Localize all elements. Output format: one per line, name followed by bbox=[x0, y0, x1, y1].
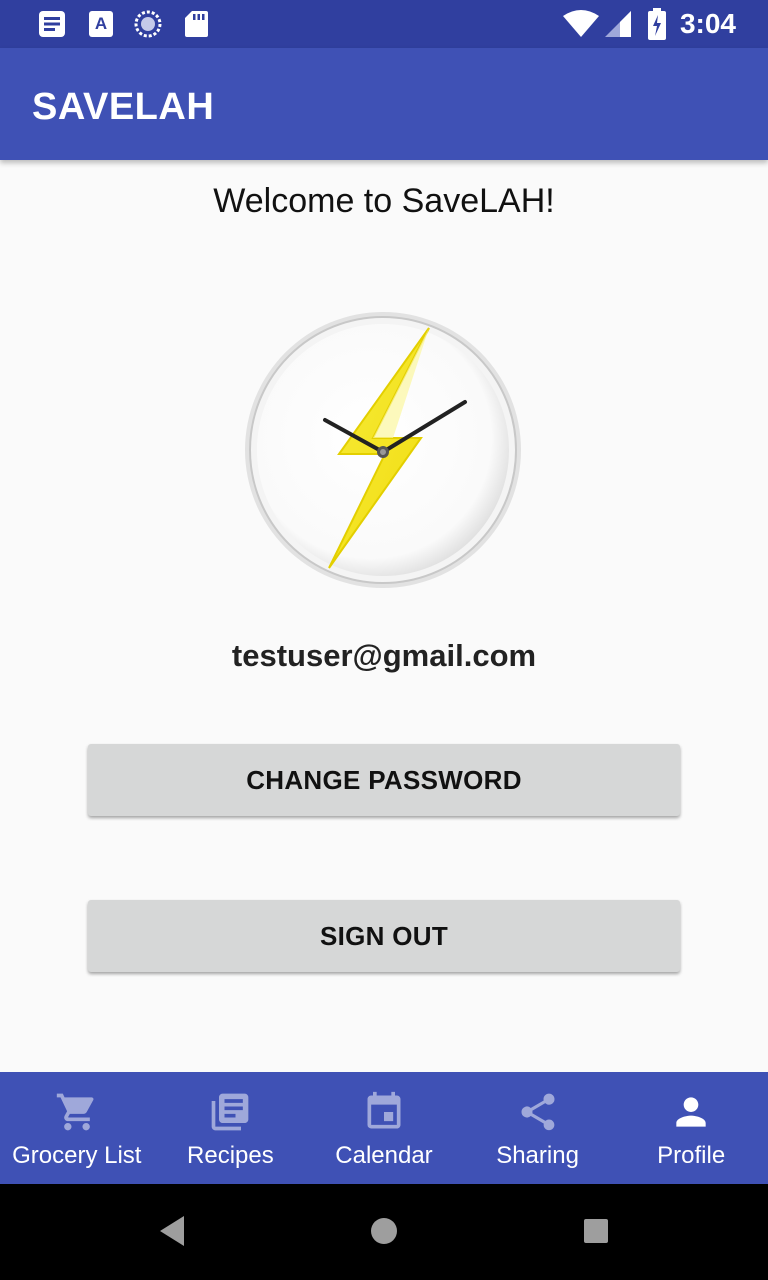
nav-label-sharing: Sharing bbox=[496, 1142, 579, 1169]
bottom-navigation: Grocery List Recipes Calendar Sharing Pr… bbox=[0, 1072, 768, 1184]
text-icon: A bbox=[89, 11, 113, 37]
notes-icon bbox=[39, 11, 65, 37]
system-navigation-bar bbox=[0, 1184, 768, 1280]
nav-label-grocery-list: Grocery List bbox=[12, 1142, 142, 1169]
change-password-button[interactable]: CHANGE PASSWORD bbox=[88, 744, 680, 816]
welcome-text: Welcome to SaveLAH! bbox=[213, 182, 555, 220]
clock-logo-icon bbox=[245, 312, 521, 588]
battery-icon bbox=[648, 8, 666, 40]
person-icon bbox=[676, 1097, 706, 1127]
user-email: testuser@gmail.com bbox=[231, 638, 537, 673]
back-icon[interactable] bbox=[158, 1214, 186, 1248]
sd-card-icon bbox=[185, 11, 208, 37]
nav-item-sharing[interactable]: Sharing bbox=[461, 1072, 615, 1184]
wifi-icon bbox=[563, 10, 599, 37]
nav-item-recipes[interactable]: Recipes bbox=[154, 1072, 308, 1184]
nav-label-recipes: Recipes bbox=[187, 1142, 274, 1169]
nav-label-calendar: Calendar bbox=[335, 1142, 433, 1169]
nav-label-profile: Profile bbox=[657, 1142, 726, 1169]
nav-item-grocery-list[interactable]: Grocery List bbox=[0, 1072, 154, 1184]
nav-item-profile[interactable]: Profile bbox=[614, 1072, 768, 1184]
cart-icon bbox=[56, 1093, 94, 1131]
app-title: SAVELAH bbox=[32, 86, 215, 128]
status-bar: A 3:04 bbox=[0, 0, 768, 48]
svg-text:A: A bbox=[95, 14, 107, 33]
nav-item-calendar[interactable]: Calendar bbox=[307, 1072, 461, 1184]
sync-icon bbox=[134, 10, 162, 38]
recipes-icon bbox=[212, 1093, 249, 1131]
sign-out-button[interactable]: SIGN OUT bbox=[88, 900, 680, 972]
calendar-icon bbox=[367, 1091, 401, 1129]
signal-icon bbox=[605, 11, 631, 37]
recents-icon[interactable] bbox=[582, 1214, 610, 1248]
home-icon[interactable] bbox=[370, 1214, 398, 1248]
status-time: 3:04 bbox=[679, 8, 736, 39]
app-bar: SAVELAH bbox=[0, 48, 768, 160]
share-icon bbox=[521, 1093, 555, 1131]
